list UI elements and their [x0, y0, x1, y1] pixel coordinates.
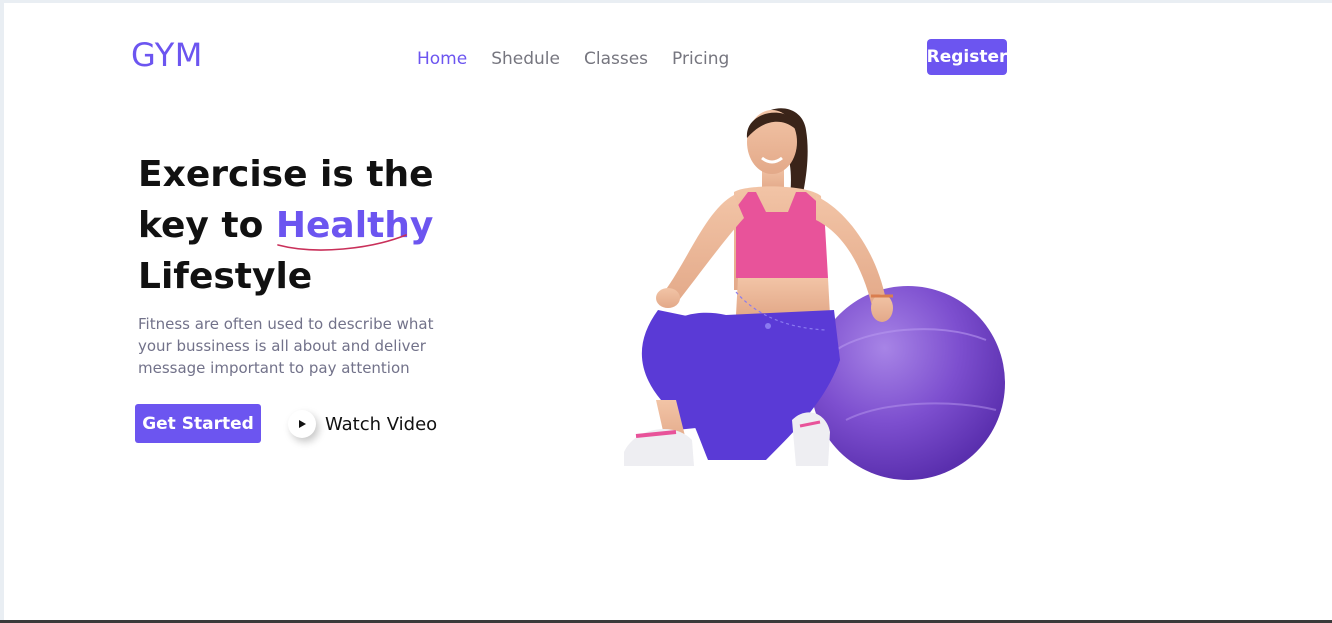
hero-title: Exercise is the key to Healthy Lifestyle: [138, 149, 458, 302]
get-started-button[interactable]: Get Started: [135, 404, 261, 443]
landing-page: GYM Home Shedule Classes Pricing Registe…: [4, 3, 1332, 620]
watch-video-label: Watch Video: [325, 413, 438, 435]
hero-title-highlight: Healthy: [276, 200, 433, 251]
play-icon[interactable]: [288, 410, 316, 438]
hero-title-prefix: key to: [138, 205, 264, 246]
hero-description: Fitness are often used to describe what …: [138, 315, 434, 377]
nav-item-pricing[interactable]: Pricing: [672, 49, 729, 69]
main-nav: Home Shedule Classes Pricing: [417, 49, 753, 69]
nav-item-schedule[interactable]: Shedule: [491, 49, 560, 69]
nav-item-classes[interactable]: Classes: [584, 49, 648, 69]
watch-video-button[interactable]: Watch Video: [288, 410, 437, 438]
nav-item-home[interactable]: Home: [417, 49, 467, 69]
hero-title-line1: Exercise is the: [138, 154, 434, 195]
highlight-underline: [277, 234, 407, 251]
hero-title-line3: Lifestyle: [138, 256, 313, 297]
hero-image: [624, 108, 1005, 480]
logo[interactable]: GYM: [131, 36, 203, 74]
register-button[interactable]: Register: [927, 39, 1007, 75]
